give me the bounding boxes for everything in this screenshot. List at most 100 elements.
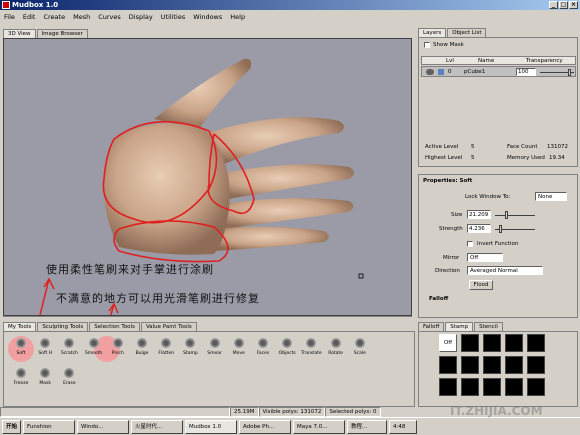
tool-faces[interactable]: Faces	[252, 338, 274, 356]
stamp-1[interactable]	[461, 334, 479, 352]
tool-soft[interactable]: Soft	[10, 338, 32, 356]
tool-label: Mask	[39, 381, 51, 386]
menu-mesh[interactable]: Mesh	[73, 13, 90, 21]
direction-select[interactable]: Averaged Normal	[467, 266, 543, 275]
taskbar-item-windows[interactable]: Windo...	[77, 419, 130, 434]
invert-checkbox[interactable]	[467, 241, 473, 247]
tool-scratch[interactable]: Scratch	[58, 338, 80, 356]
taskbar-item-hxsd[interactable]: 火星时代...	[131, 419, 184, 434]
flood-button[interactable]: Flood	[469, 280, 493, 290]
transparency-slider-handle[interactable]	[568, 69, 571, 76]
lock-icon[interactable]	[438, 69, 444, 75]
layers-panel: Show Mask Lvl Name Transparency 0 pCube1…	[418, 37, 578, 167]
scratch-icon	[64, 338, 75, 348]
maximize-button[interactable]: □	[559, 1, 568, 9]
show-mask-checkbox[interactable]	[424, 42, 430, 48]
taskbar-item-mudbox[interactable]: Mudbox 1.0	[185, 419, 238, 434]
stamp-14[interactable]	[527, 378, 545, 396]
tool-translate[interactable]: Translate	[300, 338, 322, 356]
tool-bulge[interactable]: Bulge	[131, 338, 153, 356]
mask-icon	[40, 368, 51, 378]
lock-window-select[interactable]: None	[535, 192, 567, 201]
tool-pinch[interactable]: Pinch	[107, 338, 129, 356]
taskbar-item-tutorial[interactable]: 教程...	[347, 419, 388, 434]
tab-stamp[interactable]: Stamp	[445, 322, 474, 331]
smooth-icon	[88, 338, 99, 348]
tab-selection-tools[interactable]: Selection Tools	[89, 322, 140, 331]
tab-object-list[interactable]: Object List	[447, 28, 487, 37]
taskbar-item-photoshop[interactable]: Adobe Ph...	[239, 419, 292, 434]
tool-label: Scratch	[60, 351, 78, 356]
tool-smear[interactable]: Smear	[204, 338, 226, 356]
stamp-off-button[interactable]: Off	[439, 334, 457, 352]
scale-icon	[354, 338, 365, 348]
menu-curves[interactable]: Curves	[98, 13, 121, 21]
mirror-select[interactable]: Off	[467, 253, 503, 262]
menu-edit[interactable]: Edit	[23, 13, 36, 21]
tab-3d-view[interactable]: 3D View	[3, 29, 36, 38]
menu-windows[interactable]: Windows	[193, 13, 222, 21]
size-slider[interactable]	[495, 215, 535, 216]
tool-rotate[interactable]: Rotate	[325, 338, 347, 356]
3d-viewport[interactable]: 使用柔性笔刷来对手掌进行涂刷 不满意的地方可以用光滑笔刷进行修复	[3, 38, 412, 316]
menu-display[interactable]: Display	[129, 13, 153, 21]
tab-value-paint-tools[interactable]: Value Paint Tools	[140, 322, 197, 331]
tab-falloff[interactable]: Falloff	[418, 322, 445, 331]
stamp-10[interactable]	[439, 378, 457, 396]
stamp-5[interactable]	[439, 356, 457, 374]
app-icon	[2, 1, 10, 9]
tab-layers[interactable]: Layers	[418, 28, 447, 37]
size-slider-handle[interactable]	[505, 211, 508, 219]
tool-erase[interactable]: Erase	[58, 368, 80, 386]
stamp-11[interactable]	[461, 378, 479, 396]
size-input[interactable]: 21.209	[467, 210, 491, 219]
minimize-button[interactable]: _	[549, 1, 558, 9]
direction-label: Direction	[435, 268, 460, 274]
falloff-header[interactable]: Falloff	[429, 296, 448, 302]
soft-h-icon	[40, 338, 51, 348]
strength-slider-handle[interactable]	[499, 225, 502, 233]
tab-stencil[interactable]: Stencil	[474, 322, 503, 331]
stamp-8[interactable]	[505, 356, 523, 374]
col-name: Name	[478, 58, 495, 64]
start-button[interactable]: 开始	[2, 419, 22, 434]
tab-sculpting-tools[interactable]: Sculpting Tools	[37, 322, 89, 331]
eye-icon[interactable]	[426, 69, 434, 75]
tool-label: Erase	[63, 381, 76, 386]
menu-utilities[interactable]: Utilities	[161, 13, 185, 21]
stamp-3[interactable]	[505, 334, 523, 352]
stamp-13[interactable]	[505, 378, 523, 396]
stamp-7[interactable]	[483, 356, 501, 374]
layer-name: pCube1	[464, 69, 486, 75]
stamp-12[interactable]	[483, 378, 501, 396]
col-transparency: Transparency	[526, 58, 563, 64]
stamp-9[interactable]	[527, 356, 545, 374]
tool-label: Move	[232, 351, 245, 356]
tool-mask[interactable]: Mask	[34, 368, 56, 386]
tool-smooth[interactable]: Smooth	[83, 338, 105, 356]
stamp-4[interactable]	[527, 334, 545, 352]
menu-file[interactable]: File	[4, 13, 15, 21]
taskbar-item-funshion[interactable]: Funshion	[23, 419, 76, 434]
tool-scale[interactable]: Scale	[349, 338, 371, 356]
close-button[interactable]: ×	[569, 1, 578, 9]
transparency-input[interactable]: 100	[516, 68, 536, 76]
stamp-2[interactable]	[483, 334, 501, 352]
tool-label: Objects	[278, 351, 296, 356]
menu-help[interactable]: Help	[230, 13, 245, 21]
tool-freeze[interactable]: Freeze	[10, 368, 32, 386]
tab-image-browser[interactable]: Image Browser	[36, 29, 88, 38]
layer-row[interactable]: 0 pCube1 100	[421, 66, 576, 77]
tool-soft-h[interactable]: Soft H	[34, 338, 56, 356]
menu-create[interactable]: Create	[43, 13, 65, 21]
active-level-value: 5	[471, 144, 475, 150]
taskbar-item-maya[interactable]: Maya 7.0...	[293, 419, 346, 434]
tab-my-tools[interactable]: My Tools	[3, 322, 37, 331]
tool-objects[interactable]: Objects	[276, 338, 298, 356]
layer-tabs: Layers Object List	[418, 28, 487, 37]
tool-stamp[interactable]: Stamp	[179, 338, 201, 356]
tool-move[interactable]: Move	[228, 338, 250, 356]
stamp-6[interactable]	[461, 356, 479, 374]
tool-flatten[interactable]: Flatten	[155, 338, 177, 356]
strength-input[interactable]: 4.236	[467, 224, 491, 233]
